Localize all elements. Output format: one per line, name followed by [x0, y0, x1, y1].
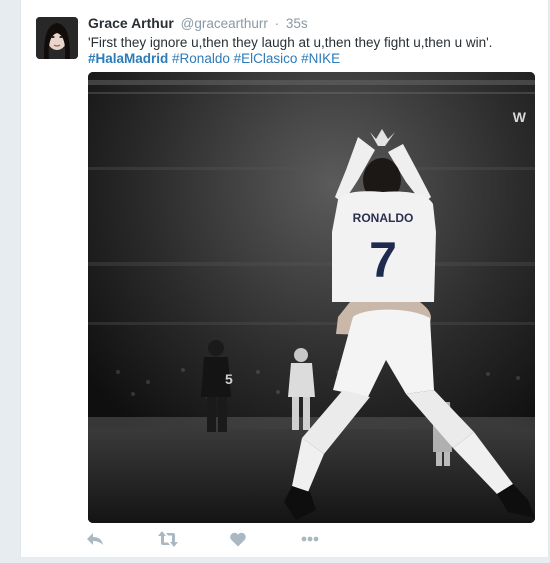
page-background-strip [0, 557, 550, 563]
corner-letter: W [513, 109, 527, 125]
avatar[interactable] [36, 17, 78, 59]
hashtag-elclasico[interactable]: #ElClasico [234, 51, 298, 66]
jersey-number: 7 [369, 232, 397, 288]
hashtag-list: #HalaMadrid #Ronaldo #ElClasico #NIKE [88, 50, 340, 68]
timestamp[interactable]: 35s [286, 16, 308, 31]
more-button[interactable] [298, 528, 322, 550]
like-button[interactable] [226, 528, 250, 550]
bg-player-number: 5 [225, 371, 233, 387]
hashtag-nike[interactable]: #NIKE [301, 51, 340, 66]
hashtag-ronaldo[interactable]: #Ronaldo [172, 51, 230, 66]
tweet-header: Grace Arthur @gracearthurr · 35s [88, 15, 308, 31]
avatar-image [36, 17, 78, 59]
retweet-button[interactable] [156, 528, 180, 550]
photo-image: W 5 RONALDO 7 [88, 72, 535, 523]
username[interactable]: @gracearthurr [181, 16, 268, 31]
more-icon [301, 536, 319, 542]
tweet-actions [87, 528, 388, 550]
jersey-name: RONALDO [353, 211, 414, 225]
tweet-photo[interactable]: W 5 RONALDO 7 [88, 72, 535, 523]
retweet-icon [158, 531, 178, 547]
like-icon [230, 532, 246, 546]
fullname[interactable]: Grace Arthur [88, 15, 174, 31]
separator: · [274, 16, 280, 31]
tweet-card[interactable]: Grace Arthur @gracearthurr · 35s 'First … [20, 0, 549, 557]
reply-button[interactable] [83, 528, 107, 550]
reply-icon [87, 533, 103, 545]
hashtag-halamadrid[interactable]: #HalaMadrid [88, 51, 168, 66]
